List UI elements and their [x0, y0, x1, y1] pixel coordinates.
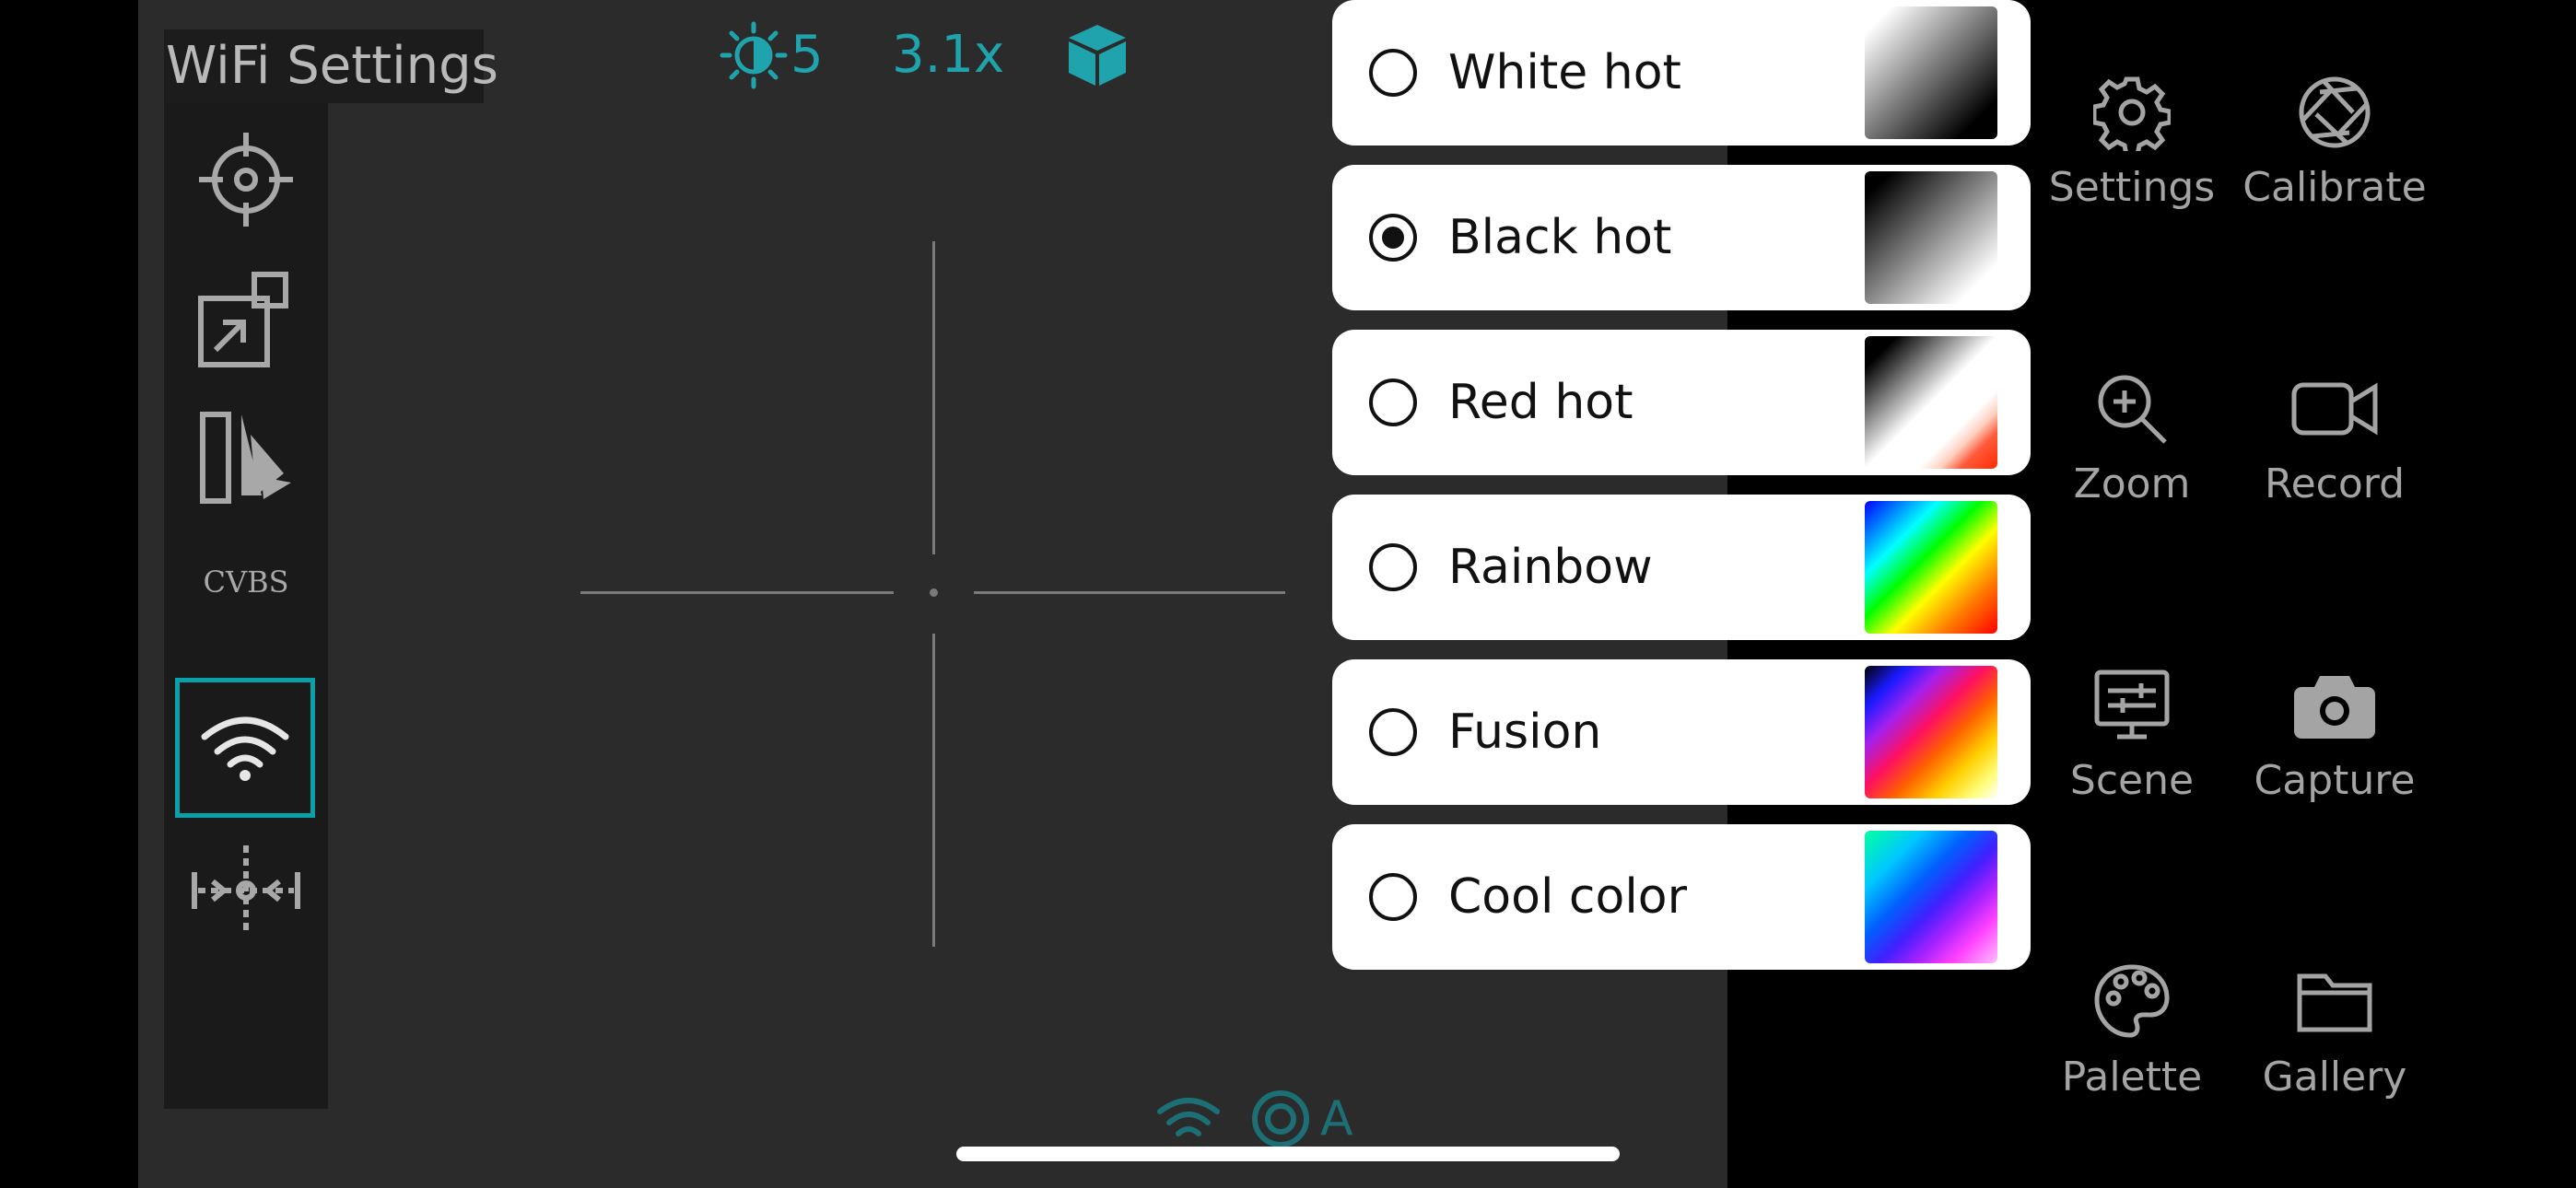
wifi-connected-icon [1157, 1098, 1220, 1136]
settings-button[interactable]: Settings [2040, 74, 2224, 258]
palette-option-red-hot[interactable]: Red hot [1332, 330, 2031, 475]
palette-option-black-hot[interactable]: Black hot [1332, 165, 2031, 310]
scene-icon [2094, 670, 2170, 740]
palette-option-label: White hot [1448, 45, 1681, 100]
camera-icon [2294, 676, 2375, 739]
home-indicator[interactable] [956, 1147, 1620, 1161]
cvbs-button[interactable]: CVBS [164, 536, 328, 628]
calibrate-label: Calibrate [2242, 164, 2427, 211]
capture-button[interactable]: Capture [2242, 667, 2427, 851]
cvbs-label: CVBS [203, 565, 289, 600]
image-mode-icon [200, 412, 291, 504]
palette-option-rainbow[interactable]: Rainbow [1332, 495, 2031, 640]
cool-color-swatch [1865, 831, 1997, 963]
palette-option-fusion[interactable]: Fusion [1332, 659, 2031, 805]
palette-option-white-hot[interactable]: White hot [1332, 0, 2031, 146]
calibrate-button[interactable]: Calibrate [2242, 74, 2427, 258]
folder-icon [2297, 973, 2372, 1032]
3d-mode-status [1063, 18, 1131, 92]
bottom-status-bar: A [1156, 1087, 1353, 1151]
zoom-status: 3.1x [892, 25, 1005, 85]
cube-icon [1069, 25, 1126, 86]
gallery-button[interactable]: Gallery [2242, 963, 2427, 1147]
center-compress-icon [192, 845, 300, 936]
wifi-icon [201, 716, 289, 781]
left-settings-menu: CVBS [164, 103, 328, 1109]
radio-button[interactable] [1369, 379, 1417, 426]
red-hot-swatch [1865, 336, 1997, 469]
wifi-settings-button[interactable] [175, 678, 315, 818]
brightness-icon [720, 21, 788, 89]
picture-in-picture-button[interactable] [164, 250, 328, 389]
palette-label: Palette [2061, 1054, 2203, 1101]
radio-button-selected[interactable] [1369, 214, 1417, 262]
palette-option-label: Cool color [1448, 869, 1687, 925]
scene-button[interactable]: Scene [2040, 667, 2224, 851]
palette-option-label: Rainbow [1448, 540, 1653, 595]
zoom-button[interactable]: Zoom [2040, 370, 2224, 554]
target-icon [199, 133, 293, 227]
palette-option-label: Fusion [1448, 705, 1602, 760]
palette-icon [2094, 964, 2170, 1038]
radio-button[interactable] [1369, 708, 1417, 756]
reticle-button[interactable] [164, 111, 328, 249]
aperture-icon [2299, 76, 2371, 148]
brightness-status: 5 [717, 18, 824, 92]
radio-button[interactable] [1369, 873, 1417, 921]
auto-mode-label: A [1320, 1091, 1353, 1147]
picture-in-picture-icon [198, 272, 288, 367]
palette-option-cool-color[interactable]: Cool color [1332, 824, 2031, 970]
record-button[interactable]: Record [2242, 370, 2427, 554]
capture-label: Capture [2254, 757, 2416, 804]
rainbow-swatch [1865, 501, 1997, 634]
gallery-label: Gallery [2262, 1054, 2407, 1101]
palette-button[interactable]: Palette [2040, 963, 2224, 1147]
page-title: WiFi Settings [164, 29, 498, 103]
white-hot-swatch [1865, 6, 1997, 139]
black-hot-swatch [1865, 171, 1997, 304]
palette-option-label: Red hot [1448, 375, 1633, 430]
image-mode-button[interactable] [164, 389, 328, 527]
record-label: Record [2264, 460, 2406, 507]
video-camera-icon [2291, 382, 2378, 436]
fusion-swatch [1865, 666, 1997, 798]
calibration-button[interactable] [164, 821, 328, 960]
gear-icon [2093, 76, 2171, 151]
scene-label: Scene [2069, 757, 2195, 804]
radio-button[interactable] [1369, 49, 1417, 97]
auto-shutter-icon [1252, 1090, 1309, 1147]
radio-button[interactable] [1369, 543, 1417, 591]
brightness-value: 5 [790, 25, 824, 85]
zoom-in-icon [2098, 375, 2167, 444]
zoom-label: Zoom [2073, 460, 2191, 507]
settings-label: Settings [2048, 164, 2216, 211]
palette-option-label: Black hot [1448, 210, 1672, 265]
